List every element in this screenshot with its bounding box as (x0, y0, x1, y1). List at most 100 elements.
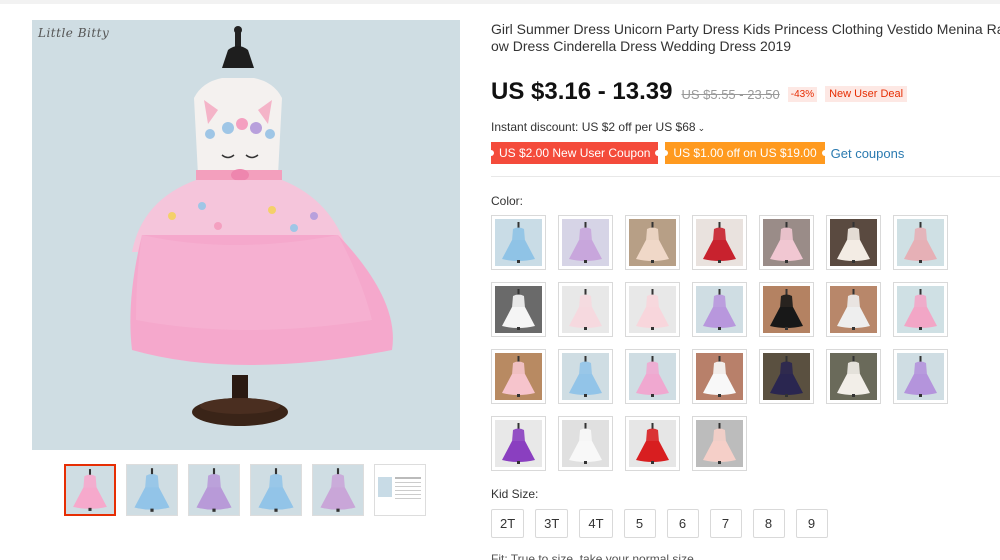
new-user-coupon[interactable]: US $2.00 New User Coupon (487, 142, 662, 164)
color-swatch-1[interactable] (491, 215, 546, 270)
current-price: US $3.16 - 13.39 (491, 78, 673, 105)
instant-discount-text: Instant discount: US $2 off per US $68 (491, 120, 696, 134)
color-swatch-3[interactable] (625, 215, 680, 270)
get-coupons-link[interactable]: Get coupons (831, 146, 905, 161)
color-label: Color: (491, 194, 524, 208)
top-border (0, 0, 1000, 4)
thumbnail-2[interactable] (126, 464, 178, 516)
color-swatch-20[interactable] (826, 349, 881, 404)
thumbnail-size-chart[interactable] (374, 464, 426, 516)
discount-badge: -43% (787, 87, 818, 102)
instant-discount[interactable]: Instant discount: US $2 off per US $68 ⌄ (491, 120, 705, 134)
swatch-image (830, 353, 877, 400)
swatch-image (495, 286, 542, 333)
dress-icon (696, 353, 743, 400)
swatch-image (495, 353, 542, 400)
dress-icon (763, 219, 810, 266)
swatch-image (562, 420, 609, 467)
color-swatch-13[interactable] (826, 282, 881, 337)
dress-icon (495, 353, 542, 400)
color-swatch-23[interactable] (558, 416, 613, 471)
color-swatch-6[interactable] (826, 215, 881, 270)
dress-icon (763, 353, 810, 400)
thumbnail-4[interactable] (250, 464, 302, 516)
thumbnail-5[interactable] (312, 464, 364, 516)
dress-icon (830, 286, 877, 333)
size-option-9[interactable]: 9 (795, 509, 828, 538)
size-option-2t[interactable]: 2T (491, 509, 525, 538)
size-option-8[interactable]: 8 (752, 509, 785, 538)
swatch-image (830, 286, 877, 333)
product-title: Girl Summer Dress Unicorn Party Dress Ki… (491, 21, 1000, 55)
section-divider (491, 176, 1000, 177)
dress-icon (66, 466, 114, 514)
color-swatch-21[interactable] (893, 349, 948, 404)
dress-icon (763, 286, 810, 333)
color-swatch-22[interactable] (491, 416, 546, 471)
swatch-image (763, 219, 810, 266)
swatch-image (696, 420, 743, 467)
dress-icon (830, 219, 877, 266)
color-swatch-10[interactable] (625, 282, 680, 337)
dress-icon (629, 420, 676, 467)
color-swatch-18[interactable] (692, 349, 747, 404)
swatch-image (897, 353, 944, 400)
dress-icon (562, 420, 609, 467)
swatch-image (495, 219, 542, 266)
color-swatch-11[interactable] (692, 282, 747, 337)
thumbnail-1[interactable] (64, 464, 116, 516)
product-title-line2: ow Dress Cinderella Dress Wedding Dress … (491, 38, 792, 54)
color-swatch-15[interactable] (491, 349, 546, 404)
thumbnail-3[interactable] (188, 464, 240, 516)
size-option-7[interactable]: 7 (709, 509, 742, 538)
swatch-image (495, 420, 542, 467)
dress-icon (251, 465, 301, 515)
chevron-down-icon: ⌄ (697, 123, 706, 133)
size-option-3t[interactable]: 3T (535, 509, 569, 538)
size-option-6[interactable]: 6 (666, 509, 699, 538)
swatch-image (763, 353, 810, 400)
dress-icon (495, 286, 542, 333)
color-swatch-19[interactable] (759, 349, 814, 404)
original-price: US $5.55 - 23.50 (681, 87, 780, 102)
size-option-5[interactable]: 5 (623, 509, 656, 538)
color-swatch-5[interactable] (759, 215, 814, 270)
dress-icon (696, 420, 743, 467)
dress-icon (897, 353, 944, 400)
swatch-image (629, 353, 676, 400)
swatch-image (763, 286, 810, 333)
dress-icon (629, 286, 676, 333)
color-swatch-16[interactable] (558, 349, 613, 404)
color-swatch-8[interactable] (491, 282, 546, 337)
price-row: US $3.16 - 13.39 US $5.55 - 23.50 -43% N… (491, 78, 908, 106)
dress-icon (127, 465, 177, 515)
thumbnail-strip (64, 464, 426, 516)
swatch-image (562, 219, 609, 266)
dress-icon (629, 353, 676, 400)
color-swatch-14[interactable] (893, 282, 948, 337)
swatch-image (629, 420, 676, 467)
color-swatch-12[interactable] (759, 282, 814, 337)
color-swatch-9[interactable] (558, 282, 613, 337)
swatch-image (696, 219, 743, 266)
size-option-4t[interactable]: 4T (579, 509, 613, 538)
swatch-image (897, 219, 944, 266)
color-swatch-25[interactable] (692, 416, 747, 471)
store-coupon[interactable]: US $1.00 off on US $19.00 (662, 142, 828, 164)
swatch-image (696, 353, 743, 400)
dress-icon (495, 219, 542, 266)
main-product-image[interactable]: Little Bitty (32, 20, 460, 450)
dress-icon (830, 353, 877, 400)
dress-illustration (130, 26, 393, 426)
color-swatch-17[interactable] (625, 349, 680, 404)
color-swatch-4[interactable] (692, 215, 747, 270)
size-chart-icon (378, 477, 421, 499)
color-swatch-2[interactable] (558, 215, 613, 270)
color-swatch-24[interactable] (625, 416, 680, 471)
dress-icon (897, 219, 944, 266)
dress-icon (696, 286, 743, 333)
swatch-image (562, 286, 609, 333)
swatch-image (830, 219, 877, 266)
color-swatch-7[interactable] (893, 215, 948, 270)
dress-icon (495, 420, 542, 467)
